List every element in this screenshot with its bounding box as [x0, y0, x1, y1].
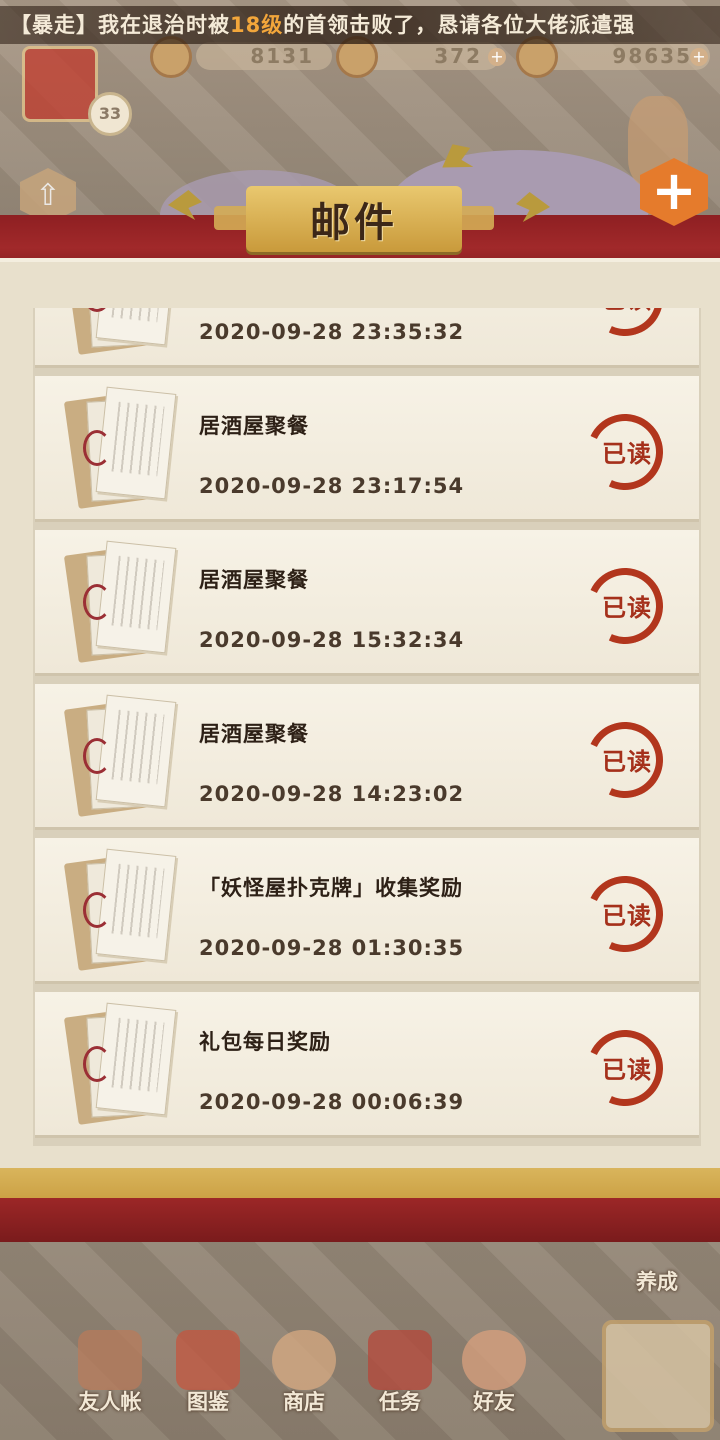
tasks-icon: [368, 1330, 432, 1390]
player-avatar[interactable]: [22, 46, 98, 122]
friends-icon: [462, 1330, 526, 1390]
mail-time: 2020-09-28 00:06:39: [199, 1090, 465, 1114]
marquee-text-1: 【暴走】我在退治时被: [10, 13, 230, 37]
nav-label: 任务: [379, 1390, 421, 1414]
resource-bar-2: 372: [360, 42, 500, 70]
letter-icon: [63, 540, 181, 663]
mail-subject: 居酒屋聚餐: [199, 414, 309, 438]
mail-item[interactable]: 居酒屋聚餐 2020-09-28 15:32:34 已读: [35, 530, 699, 676]
mail-item[interactable]: 居酒屋聚餐 2020-09-28 23:17:54 已读: [35, 376, 699, 522]
letter-icon: [63, 848, 181, 971]
encyclopedia-icon: [176, 1330, 240, 1390]
marquee-text-2: 的首领击败了，恳请各位大佬派遣强: [283, 13, 636, 37]
mail-item[interactable]: 2020-09-28 23:35:32 已读: [35, 308, 699, 368]
nav-encyclopedia[interactable]: 图鉴: [166, 1330, 250, 1420]
add-resource-2-button[interactable]: +: [488, 48, 506, 66]
mail-time: 2020-09-28 01:30:35: [199, 936, 465, 960]
mail-item[interactable]: 礼包每日奖励 2020-09-28 00:06:39 已读: [35, 992, 699, 1138]
add-resource-3-button[interactable]: +: [690, 48, 708, 66]
mail-list-viewport[interactable]: 2020-09-28 23:35:32 已读 居酒屋聚餐 2020-09-28 …: [33, 308, 701, 1146]
shop-cat-icon: [272, 1330, 336, 1390]
nav-label: 好友: [473, 1390, 515, 1414]
mail-time: 2020-09-28 23:17:54: [199, 474, 465, 498]
nav-label: 图鉴: [187, 1390, 229, 1414]
letter-icon: [63, 386, 181, 509]
nav-tasks[interactable]: 任务: [358, 1330, 442, 1420]
letter-icon: [63, 694, 181, 817]
mail-time: 2020-09-28 14:23:02: [199, 782, 465, 806]
letter-icon: [63, 308, 181, 355]
read-status: 已读: [602, 594, 652, 622]
marquee-highlight: 18级: [230, 13, 284, 37]
mail-subject: 「妖怪屋扑克牌」收集奖励: [199, 876, 463, 900]
letter-icon: [63, 1002, 181, 1125]
character-portrait[interactable]: [602, 1320, 714, 1432]
read-status: 已读: [602, 440, 652, 468]
mail-time: 2020-09-28 23:35:32: [199, 320, 465, 344]
mail-item[interactable]: 居酒屋聚餐 2020-09-28 14:23:02 已读: [35, 684, 699, 830]
read-status: 已读: [602, 748, 652, 776]
mail-subject: 礼包每日奖励: [199, 1030, 331, 1054]
resource-bar-1: 8131: [196, 42, 332, 70]
footer-red-band: [0, 1198, 720, 1242]
read-status: 已读: [602, 1056, 652, 1084]
mail-subject: 居酒屋聚餐: [199, 722, 309, 746]
nav-friend-book[interactable]: 友人帐: [68, 1330, 152, 1420]
read-status: 已读: [602, 902, 652, 930]
announcement-marquee: 【暴走】我在退治时被18级的首领击败了，恳请各位大佬派遣强: [0, 6, 720, 44]
nav-shop[interactable]: 商店: [262, 1330, 346, 1420]
nav-label: 商店: [283, 1390, 325, 1414]
friend-book-icon: [78, 1330, 142, 1390]
mail-time: 2020-09-28 15:32:34: [199, 628, 465, 652]
mail-item[interactable]: 「妖怪屋扑克牌」收集奖励 2020-09-28 01:30:35 已读: [35, 838, 699, 984]
train-button[interactable]: 养成: [636, 1266, 678, 1296]
read-status: 已读: [591, 308, 663, 315]
nav-label: 友人帐: [78, 1390, 142, 1414]
player-level-badge: 33: [88, 92, 132, 136]
mail-list: 2020-09-28 23:35:32 已读 居酒屋聚餐 2020-09-28 …: [33, 308, 701, 1146]
page-title: 邮件: [310, 200, 398, 246]
mail-subject: 居酒屋聚餐: [199, 568, 309, 592]
nav-friends[interactable]: 好友: [452, 1330, 536, 1420]
